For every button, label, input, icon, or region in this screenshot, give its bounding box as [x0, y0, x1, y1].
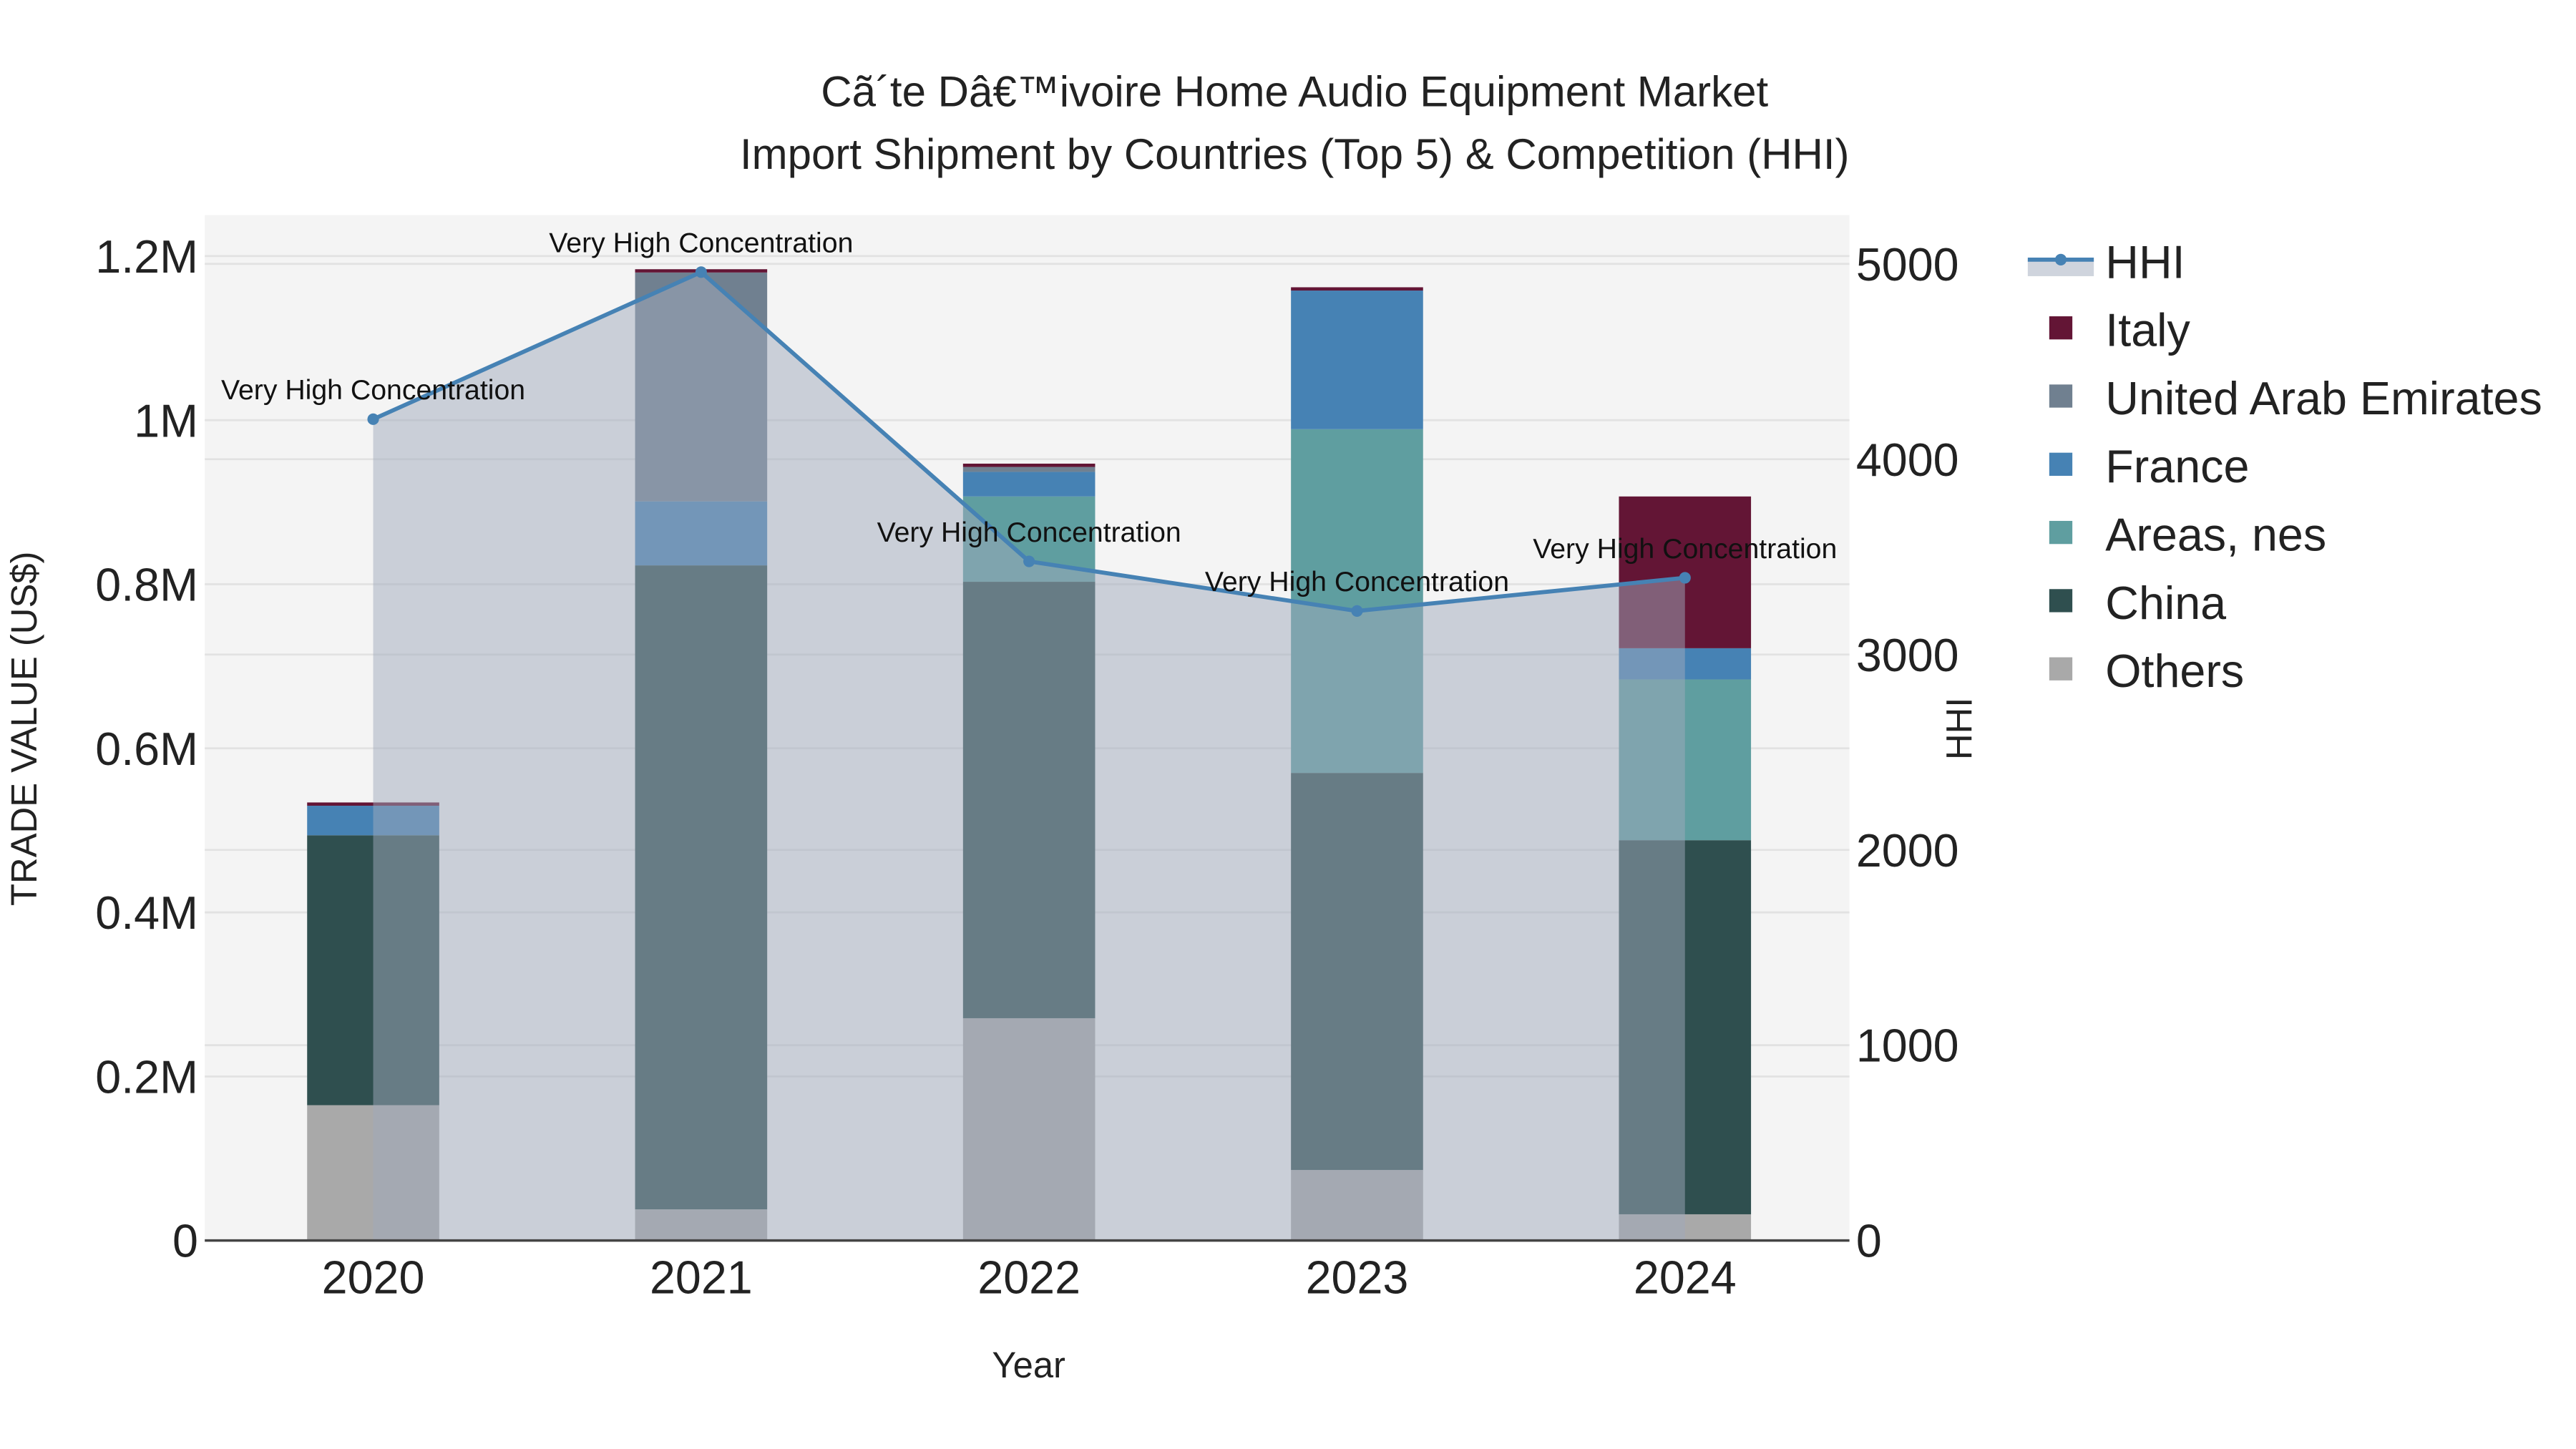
hhi-point-2021: [695, 266, 707, 278]
hhi-annotation: Very High Concentration: [221, 374, 525, 406]
y2-axis-label: HHI: [1938, 698, 1979, 760]
y-tick-label: 1.2M: [95, 231, 198, 283]
legend-label: China: [2105, 577, 2226, 629]
y2-tick-label: 0: [1856, 1216, 1882, 1267]
y2-tick-label: 4000: [1856, 434, 1959, 486]
bar-france-2022: [962, 472, 1096, 497]
legend-swatch: [2049, 452, 2073, 476]
x-axis-label: Year: [992, 1345, 1065, 1385]
y-axis-label: TRADE VALUE (US$): [4, 552, 44, 906]
hhi-point-2024: [1679, 572, 1691, 584]
bar-italy-2023: [1291, 287, 1423, 291]
y-tick-label: 0.8M: [95, 560, 198, 611]
y-tick-label: 0.2M: [95, 1051, 198, 1103]
bar-france-2023: [1291, 291, 1423, 429]
hhi-annotation: Very High Concentration: [1205, 566, 1509, 597]
legend-swatch: [2049, 589, 2073, 613]
y2-tick-label: 3000: [1856, 630, 1959, 681]
y-tick-label: 0: [172, 1216, 198, 1267]
bar-united-arab-emirates-2022: [962, 467, 1096, 472]
y2-tick-label: 2000: [1856, 825, 1959, 877]
hhi-point-2023: [1351, 605, 1363, 617]
y2-tick-label: 5000: [1856, 239, 1959, 291]
x-tick-label: 2021: [650, 1252, 753, 1304]
chart-title-line2: Import Shipment by Countries (Top 5) & C…: [740, 130, 1850, 178]
legend-label: Areas, nes: [2105, 509, 2326, 561]
legend-label-hhi: HHI: [2105, 236, 2185, 288]
y2-tick-label: 1000: [1856, 1020, 1959, 1072]
hhi-point-2020: [367, 413, 379, 425]
hhi-annotation: Very High Concentration: [549, 228, 853, 259]
x-tick-label: 2020: [322, 1252, 425, 1304]
x-tick-label: 2024: [1634, 1252, 1737, 1304]
legend-label: United Arab Emirates: [2105, 373, 2542, 424]
legend-swatch: [2049, 657, 2073, 680]
legend-swatch: [2049, 316, 2073, 340]
legend-swatch: [2049, 384, 2073, 408]
hhi-annotation: Very High Concentration: [877, 517, 1181, 548]
chart-title-line1: Cã´te Dâ€™ivoire Home Audio Equipment Ma…: [821, 67, 1768, 115]
legend-swatch-hhi-marker: [2054, 253, 2067, 265]
y-tick-label: 0.6M: [95, 723, 198, 775]
bar-italy-2022: [962, 463, 1096, 467]
y-tick-label: 0.4M: [95, 887, 198, 939]
legend-label: Others: [2105, 645, 2244, 697]
x-tick-label: 2022: [977, 1252, 1080, 1304]
legend-label: Italy: [2105, 305, 2190, 356]
chart: Cã´te Dâ€™ivoire Home Audio Equipment Ma…: [0, 0, 2576, 1449]
y-tick-label: 1M: [134, 395, 198, 447]
legend-swatch: [2049, 520, 2073, 545]
hhi-annotation: Very High Concentration: [1533, 533, 1837, 565]
legend-label: France: [2105, 441, 2249, 492]
x-tick-label: 2023: [1306, 1252, 1409, 1304]
hhi-point-2022: [1023, 555, 1035, 567]
